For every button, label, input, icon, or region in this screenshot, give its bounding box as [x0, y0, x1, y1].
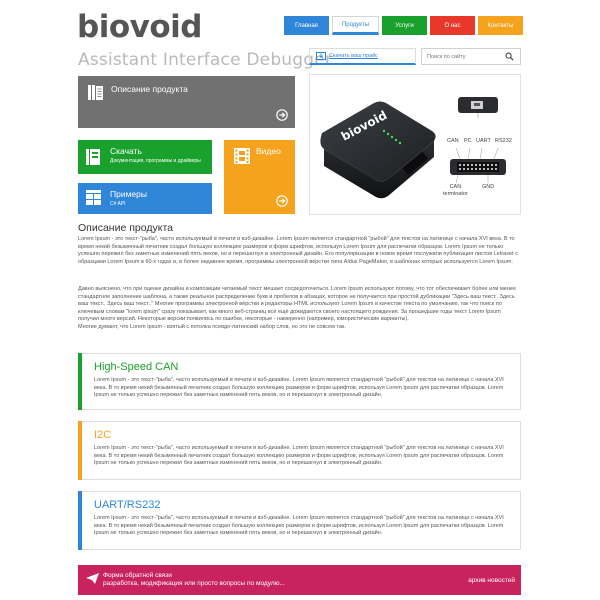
nav-tab-products[interactable]: Продукты [332, 16, 379, 35]
download-price-label: Скачать ваш прайс [329, 53, 378, 59]
book-icon [86, 149, 100, 165]
tile-examples[interactable]: Примеры C# API [78, 183, 212, 214]
search-box [421, 48, 521, 65]
tile-examples-subtitle: C# API [110, 201, 126, 207]
download-price-link[interactable]: Скачать ваш прайс [309, 48, 416, 65]
description-paragraph-2: Давно выяснено, что при оценке дизайна и… [78, 286, 517, 330]
label-can: CAN [447, 138, 459, 144]
tile-download-subtitle: Документация, программы и драйверы [110, 158, 201, 164]
feature-title: UART/RS232 [94, 499, 161, 511]
site-logo[interactable]: biovoid [77, 11, 217, 43]
label-pc: PC [464, 138, 472, 144]
search-icon[interactable] [505, 52, 514, 61]
feature-can: High-Speed CAN Lorem Ipsum - это текст-"… [78, 353, 521, 410]
device-illustration: biovoid [320, 97, 506, 199]
description-paragraph-1: Lorem Ipsum - это текст-"рыба", часто ис… [78, 236, 518, 265]
download-icon [316, 52, 326, 60]
feature-uart: UART/RS232 Lorem Ipsum - это текст-"рыба… [78, 491, 521, 550]
feature-title: High-Speed CAN [94, 361, 179, 373]
nav-tab-home[interactable]: Главная [284, 16, 329, 35]
tile-download[interactable]: Скачать Документация, программы и драйве… [78, 140, 212, 174]
tile-description-title: Описание продукта [111, 84, 188, 94]
arrow-right-icon [276, 195, 288, 207]
window-grid-icon [86, 190, 101, 205]
feature-accent-bar [78, 353, 82, 410]
film-icon [234, 148, 250, 164]
search-input[interactable] [427, 53, 505, 60]
feature-accent-bar [78, 421, 82, 480]
tile-video[interactable]: Видео [224, 140, 295, 214]
nav-tab-services[interactable]: Услуги [382, 16, 427, 35]
section-title: Описание продукта [78, 222, 173, 234]
feedback-subtitle: разработка, модификация или просто вопро… [103, 580, 285, 587]
nav-tab-contacts[interactable]: Контакты [478, 16, 523, 35]
arrow-right-icon [276, 109, 288, 121]
tile-download-title: Скачать [110, 146, 142, 156]
label-uart: UART [476, 138, 491, 144]
feedback-form-link[interactable]: Форма обратной связи [103, 572, 172, 579]
tile-product-description[interactable]: Описание продукта [78, 76, 295, 128]
paper-plane-icon [86, 573, 99, 584]
logo-text: biovoid [77, 11, 202, 43]
biovoid-logo: biovoid [77, 11, 202, 43]
feature-text: Lorem Ipsum - это текст-"рыба", часто ис… [94, 377, 504, 398]
label-can-terminator: CAN terminator [443, 184, 468, 197]
feature-accent-bar [78, 491, 82, 550]
product-photo: biovoid CAN PC UART RS232 CAN terminator… [309, 74, 521, 215]
document-icon [88, 85, 103, 100]
main-nav: Главная Продукты Услуги О нас Контакты [284, 16, 526, 35]
label-rs232: RS232 [495, 138, 512, 144]
label-gnd: GND [482, 184, 495, 190]
news-archive-link[interactable]: архив новостей [468, 577, 515, 584]
feature-title: I2C [94, 429, 112, 441]
tile-examples-title: Примеры [110, 189, 147, 199]
feature-i2c: I2C Lorem Ipsum - это текст-"рыба", част… [78, 421, 521, 480]
feedback-bar: Форма обратной связи разработка, модифик… [78, 565, 521, 595]
nav-tab-about[interactable]: О нас [430, 16, 475, 35]
feature-text: Lorem Ipsum - это текст-"рыба", часто ис… [94, 445, 504, 466]
site-subtitle: Assistant Interface Debugger [78, 50, 333, 70]
tile-video-title: Видео [256, 146, 281, 156]
feature-text: Lorem Ipsum - это текст-"рыба", часто ис… [94, 515, 504, 536]
